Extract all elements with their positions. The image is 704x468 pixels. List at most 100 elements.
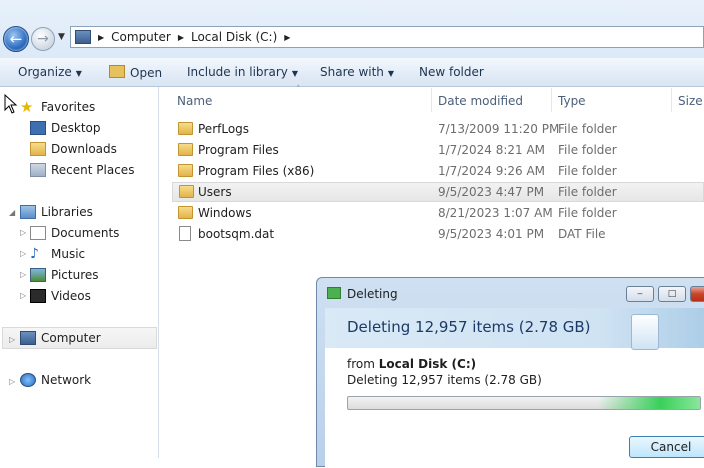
nav-libraries[interactable]: Libraries (20, 202, 93, 222)
new-folder-button[interactable]: New folder (419, 65, 484, 79)
nav-documents-label: Documents (51, 226, 120, 240)
file-row[interactable]: PerfLogs 7/13/2009 11:20 PM File folder (172, 119, 704, 139)
cancel-button[interactable]: Cancel (629, 436, 704, 458)
nav-desktop[interactable]: Desktop (30, 118, 101, 138)
mouse-pointer-icon (4, 94, 18, 114)
minimize-button[interactable]: ‒ (626, 286, 654, 302)
file-type: DAT File (558, 227, 606, 241)
nav-network[interactable]: Network (20, 370, 91, 390)
nav-recent-places[interactable]: Recent Places (30, 160, 134, 180)
delete-progress-bar (347, 396, 701, 410)
expand-arrow-icon[interactable]: ▷ (20, 291, 26, 300)
chevron-down-icon: ▼ (75, 69, 82, 78)
include-in-library-button[interactable]: Include in library ▼ (187, 65, 298, 79)
column-name[interactable]: Name (177, 94, 212, 108)
navigation-bar: ← → ▼ ▶ Computer ▶ Local Disk (C:) ▶ (0, 0, 704, 58)
open-button[interactable]: Open (109, 65, 162, 80)
file-date: 7/13/2009 11:20 PM (438, 122, 560, 136)
file-name: PerfLogs (198, 122, 250, 136)
close-button[interactable]: ✕ (690, 286, 704, 302)
organize-label: Organize (18, 65, 72, 79)
file-name: bootsqm.dat (198, 227, 275, 241)
folder-icon (179, 185, 194, 198)
open-folder-icon (109, 65, 125, 78)
recycle-bin-icon (631, 314, 659, 350)
nav-downloads[interactable]: Downloads (30, 139, 117, 159)
from-label: from (347, 357, 375, 371)
file-type: File folder (558, 122, 617, 136)
file-date: 9/5/2023 4:47 PM (438, 185, 545, 199)
from-location: Local Disk (C:) (378, 357, 477, 371)
folder-icon (178, 164, 193, 177)
nav-music[interactable]: ♪ Music (30, 244, 85, 264)
file-row[interactable]: Program Files (x86) 1/7/2024 9:26 AM Fil… (172, 161, 704, 181)
nav-videos[interactable]: Videos (30, 286, 91, 306)
network-icon (20, 373, 36, 387)
expand-arrow-icon[interactable]: ▷ (9, 377, 15, 386)
open-label: Open (130, 66, 163, 80)
address-bar[interactable]: ▶ Computer ▶ Local Disk (C:) ▶ (70, 26, 704, 48)
file-row[interactable]: bootsqm.dat 9/5/2023 4:01 PM DAT File (172, 224, 704, 244)
chevron-right-icon[interactable]: ▶ (178, 33, 184, 42)
downloads-icon (30, 142, 46, 156)
file-type: File folder (558, 185, 617, 199)
chevron-right-icon[interactable]: ▶ (98, 33, 104, 42)
documents-icon (30, 226, 46, 240)
recent-places-icon (30, 163, 46, 177)
videos-icon (30, 289, 46, 303)
share-with-button[interactable]: Share with ▼ (320, 65, 394, 79)
file-date: 8/21/2023 1:07 AM (438, 206, 553, 220)
nav-pictures[interactable]: Pictures (30, 265, 99, 285)
maximize-button[interactable]: □ (658, 286, 686, 302)
libraries-icon (20, 205, 36, 219)
column-divider[interactable] (431, 88, 432, 112)
dialog-banner: Deleting 12,957 items (2.78 GB) (325, 308, 704, 350)
file-date: 9/5/2023 4:01 PM (438, 227, 545, 241)
back-button[interactable]: ← (3, 26, 29, 52)
expand-arrow-icon[interactable]: ▷ (20, 270, 26, 279)
breadcrumb-local-disk[interactable]: Local Disk (C:) (191, 30, 277, 44)
nav-videos-label: Videos (51, 289, 91, 303)
star-icon: ★ (20, 98, 34, 116)
column-size[interactable]: Size (678, 94, 703, 108)
column-date-modified[interactable]: Date modified (438, 94, 523, 108)
nav-music-label: Music (51, 247, 86, 261)
computer-icon (20, 331, 36, 345)
dialog-body: Deleting 12,957 items (2.78 GB) from Loc… (325, 308, 704, 468)
expand-arrow-icon[interactable]: ▷ (20, 228, 26, 237)
chevron-down-icon: ▼ (291, 69, 299, 78)
file-type: File folder (558, 164, 617, 178)
file-name: Windows (198, 206, 252, 220)
recycle-icon (327, 287, 341, 299)
column-divider[interactable] (671, 88, 672, 112)
column-divider[interactable] (551, 88, 552, 112)
nav-computer-label: Computer (41, 331, 101, 345)
chevron-down-icon: ▼ (387, 69, 395, 78)
expand-arrow-icon[interactable]: ▷ (9, 335, 15, 344)
from-line: from Local Disk (C:) (347, 357, 476, 371)
file-icon (179, 226, 191, 241)
nav-favorites[interactable]: ★ Favorites (20, 97, 95, 117)
new-folder-label: New folder (419, 65, 484, 79)
nav-desktop-label: Desktop (51, 121, 101, 135)
file-row[interactable]: Program Files 1/7/2024 8:21 AM File fold… (172, 140, 704, 160)
recent-pages-dropdown[interactable]: ▼ (58, 32, 65, 42)
organize-button[interactable]: Organize ▼ (18, 65, 82, 79)
nav-documents[interactable]: Documents (30, 223, 119, 243)
nav-computer[interactable]: Computer (20, 328, 101, 348)
breadcrumb-computer[interactable]: Computer (111, 30, 171, 44)
command-bar: Organize ▼ Open Include in library ▼ Share… (0, 58, 704, 87)
expand-arrow-icon[interactable]: ▷ (20, 249, 26, 258)
forward-button[interactable]: → (31, 27, 55, 51)
nav-network-label: Network (41, 373, 92, 387)
collapse-arrow-icon[interactable]: ◢ (9, 208, 15, 217)
file-row-selected[interactable]: Users 9/5/2023 4:47 PM File folder (172, 182, 704, 202)
nav-libraries-label: Libraries (41, 205, 93, 219)
folder-icon (178, 122, 193, 135)
delete-detail: Deleting 12,957 items (2.78 GB) (347, 373, 542, 387)
chevron-right-icon[interactable]: ▶ (284, 33, 290, 42)
file-row[interactable]: Windows 8/21/2023 1:07 AM File folder (172, 203, 704, 223)
column-type[interactable]: Type (558, 94, 586, 108)
file-name: Users (198, 185, 232, 199)
file-date: 1/7/2024 8:21 AM (438, 143, 546, 157)
